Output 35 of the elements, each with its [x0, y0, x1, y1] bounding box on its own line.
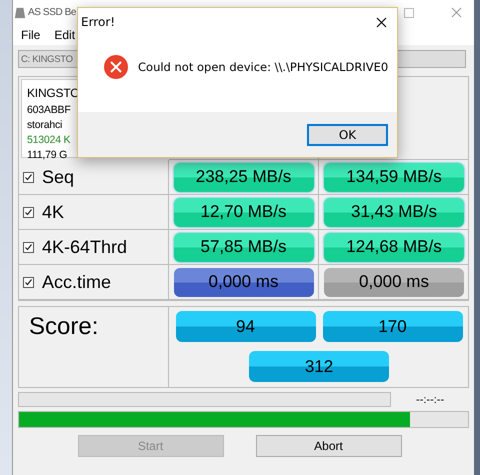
checkbox[interactable]	[23, 276, 34, 288]
dialog-title: Error!	[81, 15, 116, 29]
menu-item[interactable]: Edit	[54, 28, 76, 42]
result-value: 134,59 MB/s	[324, 162, 464, 192]
checkbox[interactable]	[23, 172, 34, 182]
abort-button[interactable]: Abort	[256, 435, 402, 457]
score-value: 312	[249, 351, 389, 382]
error-message: Could not open device: \\.\PHYSICALDRIVE0	[138, 60, 388, 74]
error-icon	[104, 55, 128, 79]
result-value: 57,85 MB/s	[174, 232, 314, 262]
test-label: 4K	[42, 202, 64, 222]
drive-info-text: 513024 K	[27, 133, 70, 148]
result-value: 12,70 MB/s	[174, 198, 314, 226]
result-value: 0,000 ms	[174, 268, 314, 296]
drive-info-text: 603ABBF	[27, 103, 71, 118]
menu-item[interactable]: File	[21, 28, 40, 42]
result-value: 31,43 MB/s	[324, 198, 464, 226]
score-value: 94	[176, 311, 316, 342]
result-value: 124,68 MB/s	[324, 232, 464, 262]
drive-info-text: 111,79 G	[27, 148, 68, 163]
checkbox[interactable]	[23, 206, 34, 218]
time-remaining: --:--:--	[415, 394, 446, 406]
test-label: 4K-64Thrd	[42, 236, 128, 258]
close-icon[interactable]	[376, 16, 387, 28]
checkbox[interactable]	[23, 242, 34, 252]
ok-button[interactable]: OK	[307, 124, 388, 146]
score-value: 170	[322, 311, 462, 342]
test-label: Acc.time	[42, 272, 112, 292]
window-title: AS SSD Be	[28, 7, 76, 18]
result-value: 0,000 ms	[324, 268, 464, 296]
drive-icon	[14, 6, 26, 18]
result-value: 238,25 MB/s	[174, 162, 314, 192]
drive-info-text: storahci	[27, 118, 62, 133]
test-label: Seq	[42, 166, 74, 188]
score-label: Score:	[19, 307, 169, 387]
